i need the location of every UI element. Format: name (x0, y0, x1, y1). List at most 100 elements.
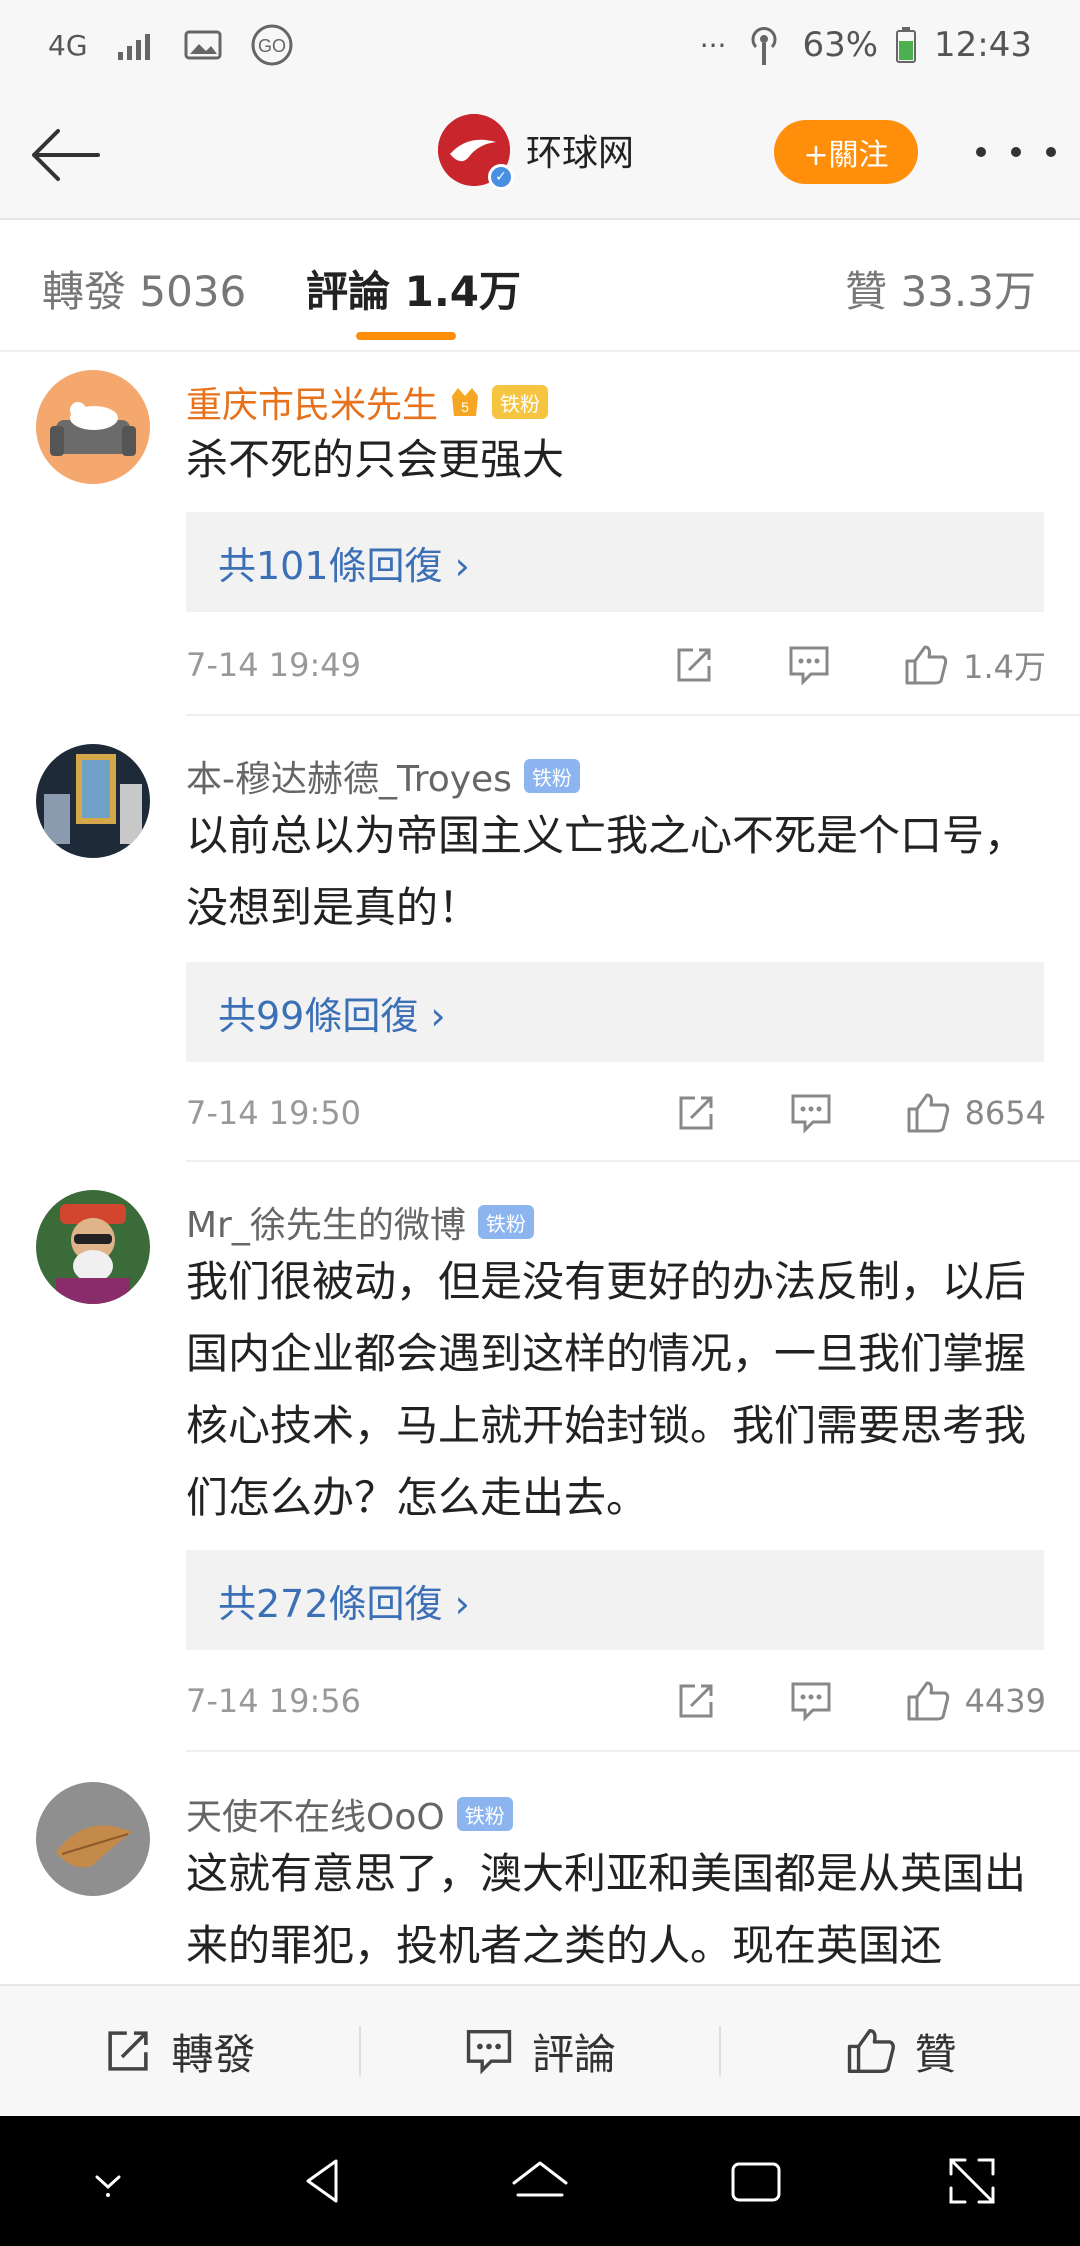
hotspot-icon (744, 23, 784, 67)
comment-text: 以前总以为帝国主义亡我之心不死是个口号，没想到是真的！ (186, 811, 1027, 932)
thumbs-up-icon (847, 2028, 895, 2074)
comment-button[interactable] (789, 1680, 833, 1722)
signal-icon (116, 30, 156, 60)
comment-icon (789, 646, 829, 686)
battery-icon (896, 27, 917, 63)
comment-time: 7-14 19:50 (186, 1094, 362, 1132)
image-icon (184, 30, 222, 60)
replies-link[interactable]: 共272條回復 › (186, 1550, 1044, 1650)
comment-button[interactable] (789, 1092, 833, 1134)
comment-icon (466, 2029, 512, 2075)
divider (186, 1160, 1080, 1162)
go-icon: GO (250, 23, 294, 67)
comment-text: 我们很被动，但是没有更好的办法反制，以后国内企业都会遇到这样的情况，一旦我们掌握… (186, 1257, 1027, 1522)
divider (186, 714, 1080, 716)
comment-text: 这就有意思了，澳大利亚和美国都是从英国出来的罪犯，投机者之类的人。现在英国还 (186, 1849, 1027, 1970)
system-recents-button[interactable] (711, 2136, 801, 2226)
avatar[interactable] (36, 744, 150, 858)
repost-button[interactable] (673, 644, 715, 686)
share-icon (677, 648, 711, 682)
expand-icon (949, 2158, 995, 2204)
active-tab-indicator (356, 332, 456, 340)
repost-action-button[interactable]: 轉發 (0, 1986, 359, 2116)
comment-button[interactable] (787, 644, 831, 686)
tab-bar: 轉發 5036 評論 1.4万 贊 33.3万 (0, 220, 1080, 350)
system-back-button[interactable] (279, 2136, 369, 2226)
comment-action-button[interactable]: 評論 (361, 1986, 720, 2116)
comment-username[interactable]: 重庆市民米先生 (186, 376, 438, 428)
replies-link[interactable]: 共101條回復 › (186, 512, 1044, 612)
follow-button[interactable]: +關注 (774, 120, 918, 184)
repost-button[interactable] (675, 1680, 717, 1722)
thumbs-up-icon (905, 645, 948, 685)
nav-bar: ✓ 环球网 +關注 (0, 90, 1080, 218)
divider (0, 350, 1080, 352)
avatar[interactable] (36, 1782, 150, 1896)
like-button[interactable]: 8654 (905, 1091, 1046, 1135)
more-dot-icon (1011, 147, 1021, 157)
battery-percent: 63% (802, 25, 879, 65)
more-dot-icon (1046, 147, 1056, 157)
bottom-action-bar: 轉發 評論 贊 (0, 1984, 1080, 2116)
fan-badge: 铁粉 (456, 1797, 513, 1831)
svg-text:5: 5 (461, 399, 469, 415)
comment-icon (791, 1094, 831, 1134)
like-count: 8654 (964, 1094, 1046, 1132)
fan-badge: 铁粉 (477, 1205, 534, 1239)
man-portrait-avatar-icon (36, 1190, 150, 1304)
like-count: 4439 (964, 1682, 1046, 1720)
account-avatar[interactable]: ✓ (438, 114, 514, 190)
back-button[interactable] (28, 120, 108, 190)
divider (186, 1750, 1080, 1752)
tab-comments[interactable]: 評論 1.4万 (306, 258, 521, 319)
recents-icon (731, 2162, 781, 2202)
account-header[interactable]: ✓ 环球网 (438, 114, 634, 190)
thumbs-up-icon (907, 1093, 949, 1133)
like-action-button[interactable]: 贊 (721, 1986, 1080, 2116)
comment-username[interactable]: Mr_徐先生的微博 (186, 1196, 466, 1248)
system-home-button[interactable] (495, 2136, 585, 2226)
comment-text: 杀不死的只会更强大 (186, 435, 565, 484)
more-options-button[interactable] (976, 132, 1056, 172)
triangle-back-icon (306, 2159, 338, 2203)
back-arrow-icon (32, 129, 100, 181)
verified-badge-icon: ✓ (488, 164, 514, 190)
comment-icon (791, 1682, 831, 1722)
share-icon (679, 1684, 713, 1718)
like-label: 贊 (914, 2029, 957, 2079)
tab-likes[interactable]: 贊 33.3万 (845, 258, 1036, 319)
crown-icon: 5 (452, 388, 479, 416)
chevron-down-icon (95, 2175, 121, 2197)
home-icon (512, 2161, 568, 2197)
fan-badge: 铁粉 (523, 759, 580, 793)
sofa-cat-avatar-icon (36, 370, 150, 484)
network-type: 4G (48, 28, 88, 62)
like-button[interactable]: 4439 (905, 1679, 1046, 1723)
share-icon (108, 2031, 148, 2071)
repost-label: 轉發 (171, 2029, 256, 2079)
status-bar: 4G GO ··· 63% 12:43 (0, 0, 1080, 90)
tab-reposts[interactable]: 轉發 5036 (42, 258, 246, 319)
avatar[interactable] (36, 1190, 150, 1304)
fullscreen-button[interactable] (927, 2136, 1017, 2226)
like-button[interactable]: 1.4万 (903, 642, 1046, 688)
more-status-icon: ··· (699, 28, 727, 62)
hide-keyboard-button[interactable] (63, 2136, 153, 2226)
comment-time: 7-14 19:49 (186, 646, 362, 684)
avatar[interactable] (36, 370, 150, 484)
thumbs-up-icon (907, 1681, 949, 1721)
repost-button[interactable] (675, 1092, 717, 1134)
comment-username[interactable]: 本-穆达赫德_Troyes (186, 750, 512, 802)
comment-label: 評論 (532, 2029, 617, 2079)
replies-link[interactable]: 共99條回復 › (186, 962, 1044, 1062)
room-photo-avatar-icon (36, 744, 150, 858)
fan-badge: 铁粉 (492, 385, 549, 419)
leaf-avatar-icon (36, 1782, 150, 1896)
comment-username[interactable]: 天使不在线OoO (186, 1788, 445, 1840)
like-count: 1.4万 (963, 648, 1046, 686)
more-dot-icon (976, 147, 986, 157)
clock: 12:43 (934, 25, 1032, 65)
comment-item: 天使不在线OoO 铁粉 这就有意思了，澳大利亚和美国都是从英国出来的罪犯，投机者… (0, 1782, 1080, 1984)
share-icon (679, 1096, 713, 1130)
comment-time: 7-14 19:56 (186, 1682, 362, 1720)
